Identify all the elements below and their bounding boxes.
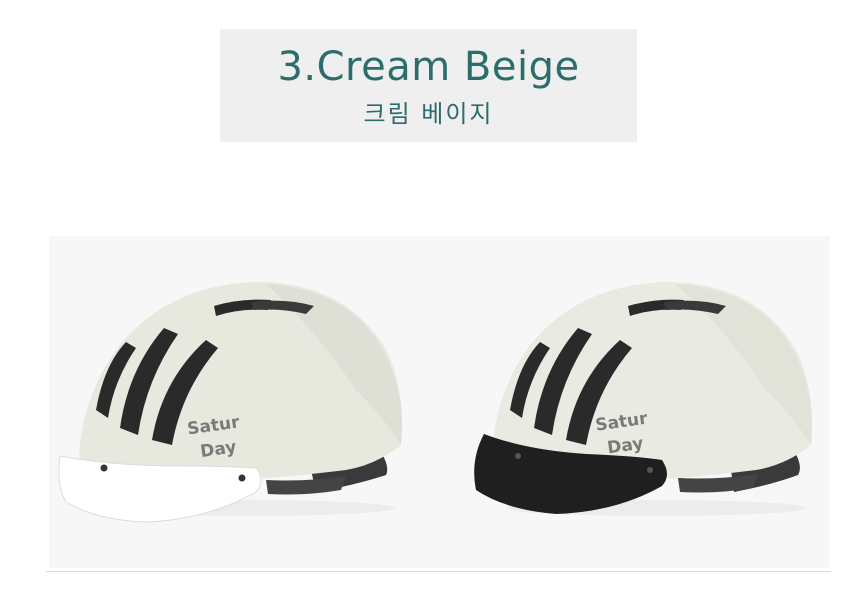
divider-line xyxy=(46,571,831,572)
helmet-image-black-visor: Satur Day xyxy=(474,282,813,516)
color-name-title: 3.Cream Beige xyxy=(277,44,580,90)
color-name-korean: 크림 베이지 xyxy=(363,100,494,128)
color-title-banner: 3.Cream Beige 크림 베이지 xyxy=(220,29,637,142)
helmet-image-white-visor: Satur Day xyxy=(58,282,403,523)
